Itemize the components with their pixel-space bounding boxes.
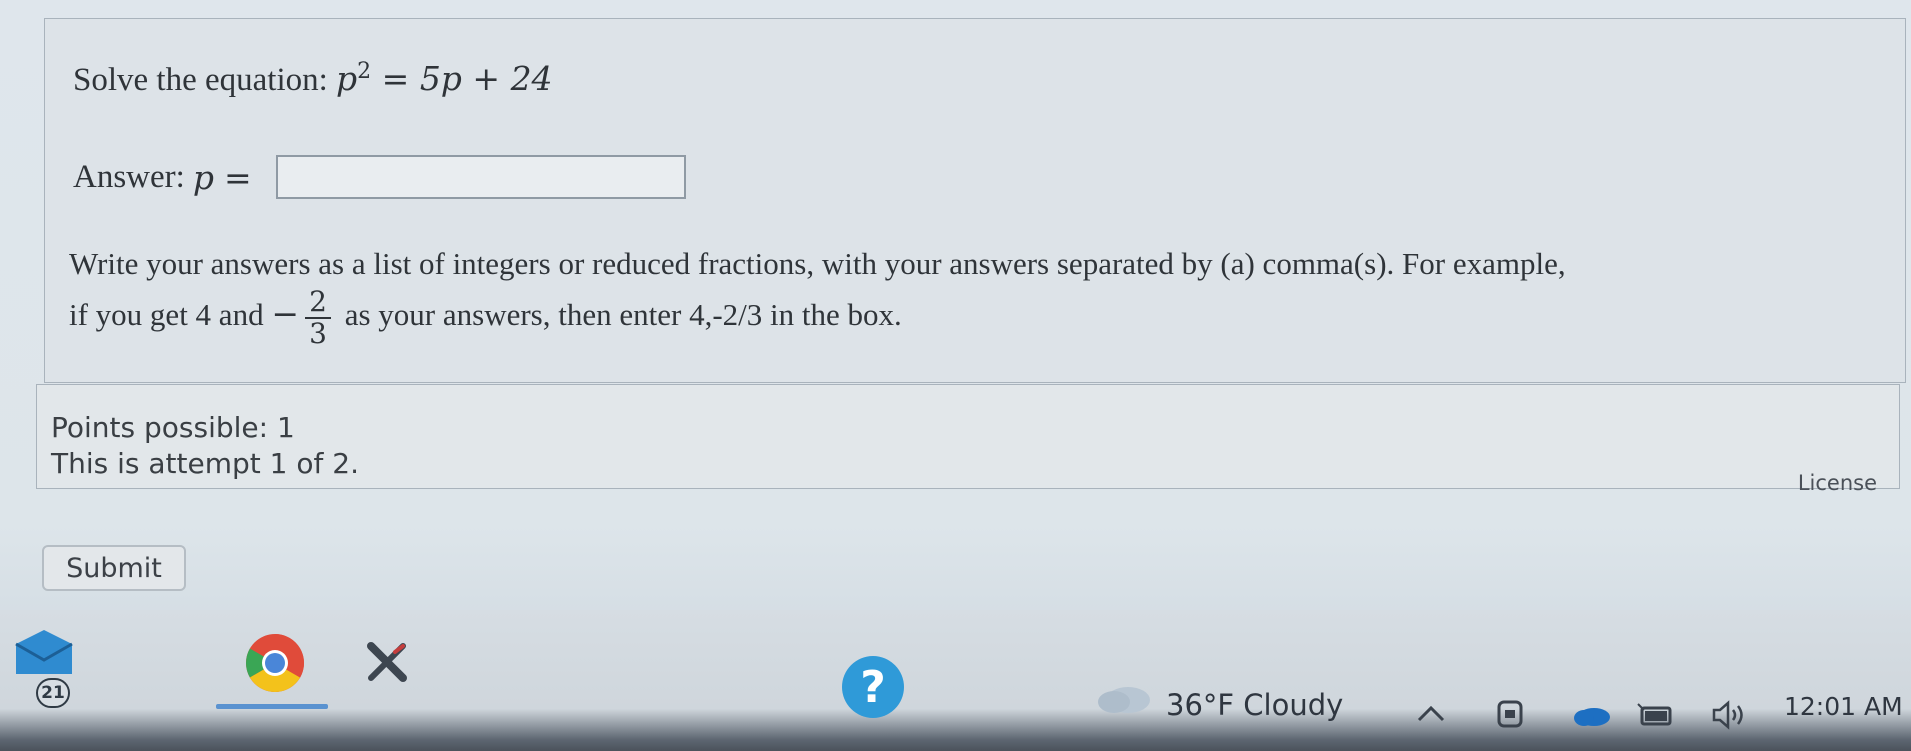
equation-exponent: 2: [357, 59, 372, 84]
fraction-denominator: 3: [309, 317, 327, 350]
instructions-post-fraction: as your answers, then enter: [336, 297, 690, 333]
onedrive-icon[interactable]: [1572, 702, 1612, 733]
mail-icon[interactable]: 21: [14, 630, 74, 708]
instructions: Write your answers as a list of integers…: [69, 241, 1889, 349]
attempt-info: This is attempt 1 of 2.: [51, 447, 359, 480]
x-app-icon[interactable]: [365, 640, 409, 684]
answer-equals: =: [223, 157, 252, 197]
question-prompt: Solve the equation: p2 = 5p + 24: [73, 59, 553, 99]
equation-lhs-var: p: [336, 59, 358, 98]
submit-button[interactable]: Submit: [42, 545, 186, 591]
clock[interactable]: 12:01 AM: [1784, 692, 1903, 721]
instructions-line-2: if you get 4 and −2 3 as your answers, th…: [69, 287, 1889, 349]
speaker-icon[interactable]: [1710, 700, 1750, 735]
weather-icon[interactable]: [1094, 680, 1152, 714]
instructions-end: in the box.: [762, 297, 902, 333]
fraction-sign: −: [271, 294, 299, 334]
example-fraction: 23: [304, 285, 331, 350]
fraction-numerator: 2: [309, 285, 327, 318]
instructions-line-1: Write your answers as a list of integers…: [69, 246, 1566, 281]
mail-badge: 21: [36, 678, 70, 708]
weather-text[interactable]: 36°F Cloudy: [1166, 688, 1343, 722]
instructions-pre-fraction: if you get 4 and: [69, 297, 272, 333]
answer-input[interactable]: [275, 155, 686, 199]
points-possible: Points possible: 1: [51, 411, 295, 444]
battery-icon[interactable]: [1636, 702, 1676, 733]
taskbar: 21 ? 36°F Cloudy 12:01 AM: [0, 610, 1911, 751]
answer-label: Answer:: [73, 158, 185, 195]
equation-rhs: 5p + 24: [419, 59, 553, 98]
help-icon[interactable]: ?: [842, 656, 904, 718]
points-card: Points possible: 1 This is attempt 1 of …: [36, 384, 1900, 495]
equation: p2 = 5p + 24: [336, 59, 553, 98]
meet-now-icon[interactable]: [1496, 698, 1526, 737]
question-prompt-text: Solve the equation:: [73, 62, 337, 98]
answer-row: Answer: p =: [73, 155, 686, 199]
question-card: Solve the equation: p2 = 5p + 24 Answer:…: [44, 18, 1906, 383]
chrome-icon[interactable]: [244, 632, 306, 694]
license-link[interactable]: License: [1798, 471, 1877, 495]
chevron-up-icon[interactable]: [1416, 704, 1446, 729]
instructions-example: 4,-2/3: [689, 297, 763, 333]
active-app-indicator: [216, 704, 328, 709]
answer-variable: p: [192, 157, 214, 197]
